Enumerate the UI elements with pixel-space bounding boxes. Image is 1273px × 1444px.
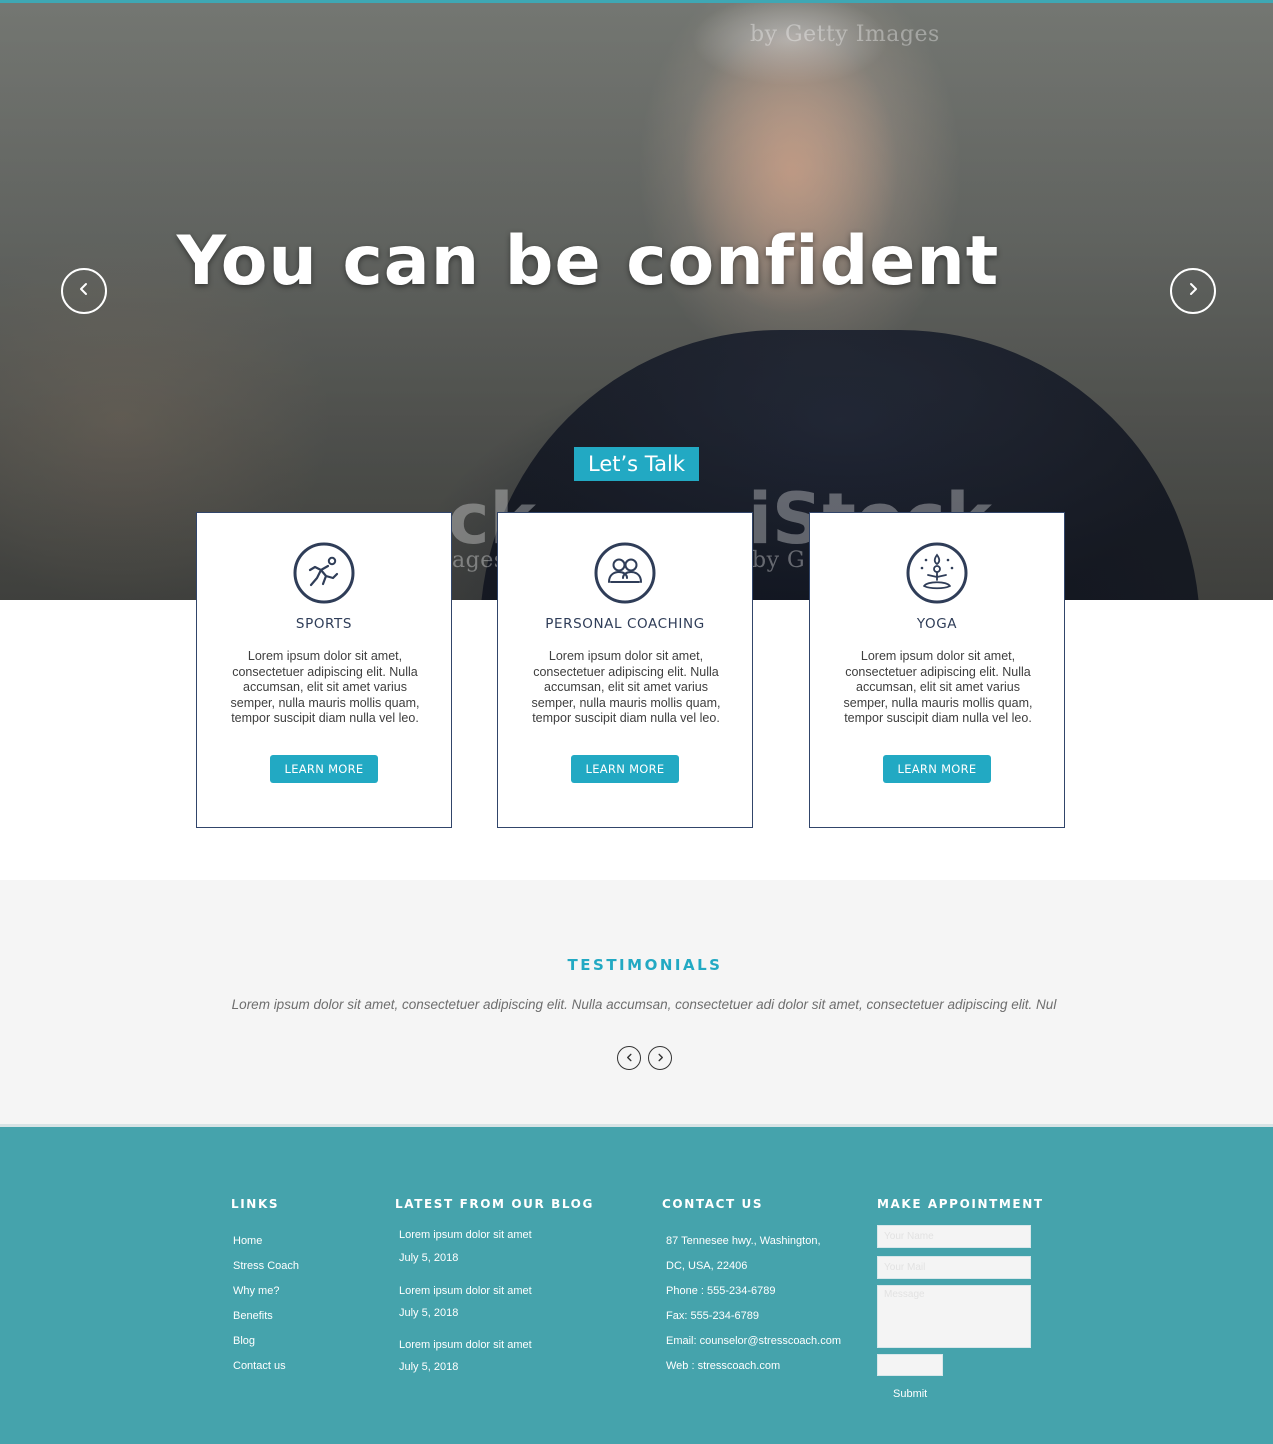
testimonials-title: TESTIMONIALS xyxy=(567,956,723,974)
learn-more-button-yoga[interactable]: LEARN MORE xyxy=(883,755,991,783)
card-title: YOGA xyxy=(916,616,958,632)
testimonial-quote: Lorem ipsum dolor sit amet, consectetuer… xyxy=(231,997,1057,1012)
chevron-right-icon xyxy=(656,1049,665,1067)
blog-post-date: July 5, 2018 xyxy=(399,1252,459,1264)
blog-post-date: July 5, 2018 xyxy=(399,1307,459,1319)
runner-icon xyxy=(293,542,355,604)
footer-link-blog[interactable]: Blog xyxy=(233,1335,255,1347)
footer-link-stress-coach[interactable]: Stress Coach xyxy=(233,1260,299,1272)
message-field[interactable] xyxy=(877,1285,1031,1348)
footer-link-why-me[interactable]: Why me? xyxy=(233,1285,279,1297)
blog-post-title[interactable]: Lorem ipsum dolor sit amet xyxy=(399,1339,532,1351)
contact-email-link[interactable]: Email: counselor@stresscoach.com xyxy=(666,1335,841,1347)
footer-appointment-heading: MAKE APPOINTMENT xyxy=(877,1197,1044,1211)
learn-more-button-coaching[interactable]: LEARN MORE xyxy=(571,755,679,783)
contact-phone: Phone : 555-234-6789 xyxy=(666,1285,776,1297)
blog-post-title[interactable]: Lorem ipsum dolor sit amet xyxy=(399,1229,532,1241)
card-title: PERSONAL COACHING xyxy=(545,616,705,632)
footer-links-heading: LINKS xyxy=(231,1197,280,1211)
name-field[interactable] xyxy=(877,1225,1031,1248)
chevron-left-icon xyxy=(76,281,92,302)
testimonials-section: TESTIMONIALS Lorem ipsum dolor sit amet,… xyxy=(0,880,1273,1126)
contact-web-link[interactable]: Web : stresscoach.com xyxy=(666,1360,780,1372)
top-accent-line xyxy=(0,0,1273,3)
captcha-box[interactable] xyxy=(877,1354,943,1376)
people-icon xyxy=(594,542,656,604)
testimonial-prev-button[interactable] xyxy=(617,1046,641,1070)
chevron-right-icon xyxy=(1185,281,1201,302)
hero-banner: by Getty Images ck iStock ages by G You … xyxy=(0,0,1273,600)
card-title: SPORTS xyxy=(295,616,353,632)
footer-contact-heading: CONTACT US xyxy=(662,1197,764,1211)
lets-talk-button[interactable]: Let’s Talk xyxy=(574,447,699,481)
service-card-personal-coaching: PERSONAL COACHING Lorem ipsum dolor sit … xyxy=(497,512,753,828)
footer-link-home[interactable]: Home xyxy=(233,1235,262,1247)
hero-title: You can be confident xyxy=(176,222,1000,301)
service-card-yoga: YOGA Lorem ipsum dolor sit amet, consect… xyxy=(809,512,1065,828)
card-description: Lorem ipsum dolor sit amet, consectetuer… xyxy=(230,649,420,725)
site-footer: LINKS Home Stress Coach Why me? Benefits… xyxy=(0,1124,1273,1444)
hero-prev-button[interactable] xyxy=(61,268,107,314)
card-description: Lorem ipsum dolor sit amet, consectetuer… xyxy=(843,649,1033,725)
footer-link-benefits[interactable]: Benefits xyxy=(233,1310,273,1322)
service-card-sports: SPORTS Lorem ipsum dolor sit amet, conse… xyxy=(196,512,452,828)
submit-button[interactable]: Submit xyxy=(893,1388,927,1400)
testimonial-next-button[interactable] xyxy=(648,1046,672,1070)
meditation-icon xyxy=(906,542,968,604)
footer-blog-heading: LATEST FROM OUR BLOG xyxy=(395,1197,594,1211)
watermark-text-right: by G xyxy=(752,548,806,573)
hero-next-button[interactable] xyxy=(1170,268,1216,314)
footer-link-contact[interactable]: Contact us xyxy=(233,1360,286,1372)
blog-post-date: July 5, 2018 xyxy=(399,1361,459,1373)
learn-more-button-sports[interactable]: LEARN MORE xyxy=(270,755,378,783)
blog-post-title[interactable]: Lorem ipsum dolor sit amet xyxy=(399,1285,532,1297)
card-description: Lorem ipsum dolor sit amet, consectetuer… xyxy=(531,649,721,725)
email-field[interactable] xyxy=(877,1256,1031,1279)
contact-address-line: 87 Tennesee hwy., Washington, xyxy=(666,1235,821,1247)
contact-address-line: DC, USA, 22406 xyxy=(666,1260,748,1272)
watermark-text: by Getty Images xyxy=(750,22,940,47)
contact-fax: Fax: 555-234-6789 xyxy=(666,1310,759,1322)
chevron-left-icon xyxy=(625,1049,634,1067)
